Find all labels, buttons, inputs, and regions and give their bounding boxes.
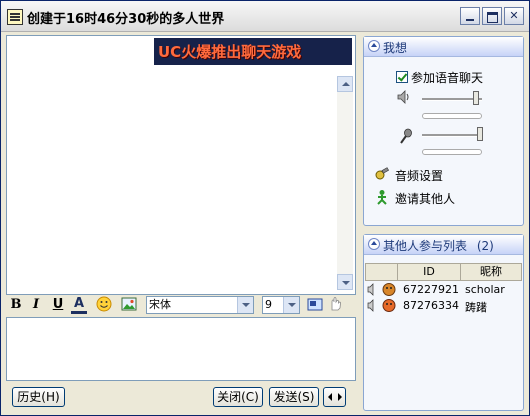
participants-title-text: 其他人参与列表 — [383, 239, 468, 253]
participants-header[interactable]: 其他人参与列表 (2) — [364, 235, 523, 255]
collapse-icon[interactable] — [368, 40, 380, 52]
font-select[interactable]: 宋体 — [146, 296, 254, 314]
participant-nickname: 踌躇 — [465, 301, 487, 314]
screenshot-button[interactable] — [307, 296, 323, 314]
font-value: 宋体 — [149, 298, 171, 311]
picture-icon — [121, 297, 137, 311]
participant-id: 67227921 — [403, 283, 459, 296]
scroll-up-button[interactable] — [337, 76, 353, 92]
maximize-button[interactable] — [482, 7, 502, 25]
speaker-icon — [397, 90, 409, 104]
id-column-header[interactable]: ID — [397, 263, 461, 281]
close-button[interactable]: 关闭(C) — [213, 387, 263, 407]
send-options-button[interactable] — [323, 387, 346, 407]
participants-panel: 其他人参与列表 (2) ID 昵称 67227921 scholar 87276… — [363, 234, 524, 411]
participant-row[interactable]: 87276334 踌躇 — [365, 298, 522, 314]
participants-title: 其他人参与列表 (2) — [383, 237, 494, 254]
message-input[interactable] — [6, 317, 356, 381]
minimize-button[interactable] — [460, 7, 480, 25]
voice-settings-panel: 我想 参加语音聊天 音频设置 邀请其他人 — [363, 36, 524, 226]
ad-banner[interactable]: UC火爆推出聊天游戏 — [154, 38, 352, 65]
title-bar: 创建于16时46分30秒的多人世界 ✕ — [1, 1, 529, 32]
participant-id: 87276334 — [403, 299, 459, 312]
join-voice-checkbox[interactable] — [396, 71, 408, 83]
participants-count: (2) — [476, 239, 494, 253]
chevron-down-icon — [237, 297, 253, 313]
speaker-volume-slider[interactable] — [473, 91, 479, 105]
left-right-arrows-icon — [328, 393, 342, 401]
chat-history[interactable] — [9, 70, 335, 290]
audio-settings-icon — [375, 167, 390, 180]
screenshot-icon — [307, 298, 323, 311]
format-toolbar: B I U A 宋体 9 — [6, 295, 354, 315]
join-voice-label: 参加语音聊天 — [411, 71, 484, 85]
app-icon — [7, 9, 23, 25]
chevron-down-icon — [283, 297, 299, 313]
hand-cursor-button[interactable] — [327, 296, 343, 314]
invite-link[interactable]: 邀请其他人 — [395, 190, 455, 207]
speaker-level-meter — [422, 113, 482, 119]
font-size-value: 9 — [265, 298, 272, 311]
send-image-button[interactable] — [120, 296, 138, 314]
mic-level-meter — [422, 149, 482, 155]
font-color-button[interactable]: A — [71, 296, 87, 314]
speaker-icon — [367, 283, 396, 296]
participant-nickname: scholar — [465, 283, 505, 296]
mic-volume-track[interactable] — [422, 134, 482, 137]
participant-row[interactable]: 67227921 scholar — [365, 282, 522, 298]
chat-scrollbar[interactable] — [337, 76, 353, 290]
font-size-select[interactable]: 9 — [262, 296, 300, 314]
chat-window: 创建于16时46分30秒的多人世界 ✕ UC火爆推出聊天游戏 B I U A 宋… — [0, 0, 530, 416]
avatar-column-header[interactable] — [365, 263, 398, 281]
smiley-icon — [96, 296, 112, 312]
close-window-button[interactable]: ✕ — [504, 7, 524, 25]
voice-panel-header[interactable]: 我想 — [364, 37, 523, 57]
italic-button[interactable]: I — [29, 296, 43, 314]
close-icon: ✕ — [509, 9, 519, 22]
invite-icon — [377, 190, 387, 205]
underline-button[interactable]: U — [51, 296, 65, 314]
history-button[interactable]: 历史(H) — [12, 387, 65, 407]
scroll-down-button[interactable] — [337, 274, 353, 290]
send-button[interactable]: 发送(S) — [269, 387, 319, 407]
microphone-icon — [400, 128, 412, 144]
audio-settings-link[interactable]: 音频设置 — [395, 167, 443, 184]
chat-history-panel: UC火爆推出聊天游戏 — [6, 35, 356, 295]
voice-panel-title: 我想 — [383, 41, 408, 55]
emoticon-button[interactable] — [96, 296, 112, 314]
nickname-column-header[interactable]: 昵称 — [460, 263, 522, 281]
collapse-icon[interactable] — [368, 238, 380, 250]
window-title: 创建于16时46分30秒的多人世界 — [27, 12, 225, 27]
bold-button[interactable]: B — [9, 296, 23, 314]
speaker-icon — [367, 299, 396, 312]
hand-icon — [331, 297, 341, 311]
banner-text: UC火爆推出聊天游戏 — [158, 43, 302, 61]
mic-volume-slider[interactable] — [477, 127, 483, 141]
